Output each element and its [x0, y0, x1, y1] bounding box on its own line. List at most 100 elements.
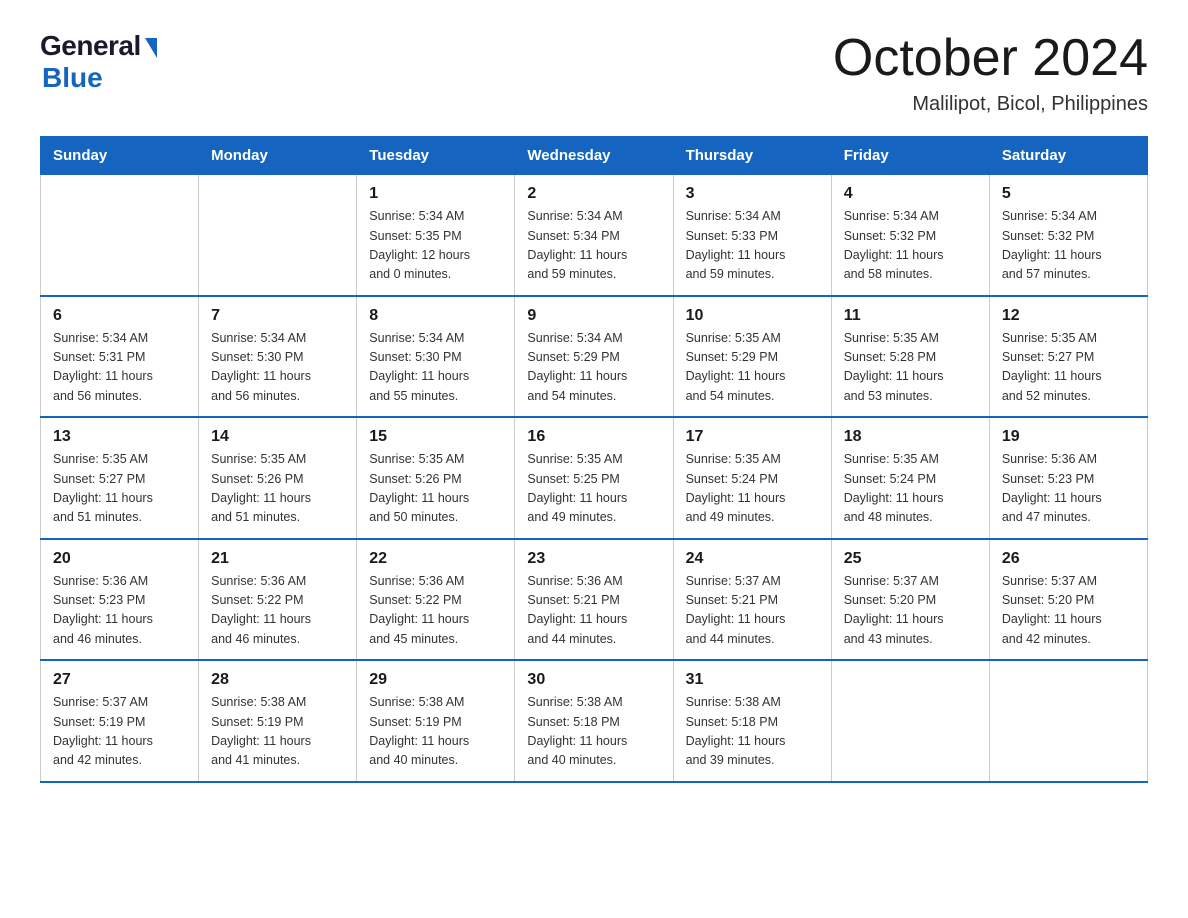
calendar-header-thursday: Thursday [673, 137, 831, 175]
day-info: Sunrise: 5:34 AM Sunset: 5:35 PM Dayligh… [369, 207, 502, 285]
day-info: Sunrise: 5:38 AM Sunset: 5:19 PM Dayligh… [369, 693, 502, 771]
day-number: 22 [369, 550, 502, 568]
day-info: Sunrise: 5:36 AM Sunset: 5:22 PM Dayligh… [211, 572, 344, 650]
calendar-week-row: 1 Sunrise: 5:34 AM Sunset: 5:35 PM Daylig… [41, 175, 1148, 296]
calendar-cell: 8 Sunrise: 5:34 AM Sunset: 5:30 PM Daylig… [357, 296, 515, 418]
calendar-cell: 22Sunrise: 5:36 AM Sunset: 5:22 PM Dayli… [357, 539, 515, 661]
calendar-cell: 20 Sunrise: 5:36 AM Sunset: 5:23 PM Dayli… [41, 539, 199, 661]
calendar-cell: 30Sunrise: 5:38 AM Sunset: 5:18 PM Dayli… [515, 660, 673, 782]
day-info: Sunrise: 5:35 AM Sunset: 5:24 PM Dayligh… [686, 450, 819, 528]
day-number: 4 [844, 185, 977, 203]
day-number: 14 [211, 428, 344, 446]
calendar-cell: 18 Sunrise: 5:35 AM Sunset: 5:24 PM Dayli… [831, 417, 989, 539]
calendar-cell: 13Sunrise: 5:35 AM Sunset: 5:27 PM Dayli… [41, 417, 199, 539]
calendar-cell: 24Sunrise: 5:37 AM Sunset: 5:21 PM Dayli… [673, 539, 831, 661]
day-info: Sunrise: 5:36 AM Sunset: 5:23 PM Dayligh… [1002, 450, 1135, 528]
calendar-cell: 3Sunrise: 5:34 AM Sunset: 5:33 PM Daylig… [673, 175, 831, 296]
day-number: 23 [527, 550, 660, 568]
calendar-cell: 28 Sunrise: 5:38 AM Sunset: 5:19 PM Dayli… [199, 660, 357, 782]
day-number: 20 [53, 550, 186, 568]
day-number: 31 [686, 671, 819, 689]
logo-triangle-icon [145, 38, 157, 58]
calendar-cell [199, 175, 357, 296]
calendar-header-tuesday: Tuesday [357, 137, 515, 175]
calendar-cell: 2 Sunrise: 5:34 AM Sunset: 5:34 PM Daylig… [515, 175, 673, 296]
day-number: 16 [527, 428, 660, 446]
day-info: Sunrise: 5:37 AM Sunset: 5:20 PM Dayligh… [844, 572, 977, 650]
calendar-cell: 19Sunrise: 5:36 AM Sunset: 5:23 PM Dayli… [989, 417, 1147, 539]
calendar-cell: 9 Sunrise: 5:34 AM Sunset: 5:29 PM Daylig… [515, 296, 673, 418]
calendar-header-monday: Monday [199, 137, 357, 175]
calendar-cell: 7 Sunrise: 5:34 AM Sunset: 5:30 PM Daylig… [199, 296, 357, 418]
day-info: Sunrise: 5:38 AM Sunset: 5:19 PM Dayligh… [211, 693, 344, 771]
day-info: Sunrise: 5:34 AM Sunset: 5:30 PM Dayligh… [211, 329, 344, 407]
day-info: Sunrise: 5:35 AM Sunset: 5:26 PM Dayligh… [211, 450, 344, 528]
day-number: 26 [1002, 550, 1135, 568]
day-info: Sunrise: 5:35 AM Sunset: 5:27 PM Dayligh… [1002, 329, 1135, 407]
day-number: 30 [527, 671, 660, 689]
day-info: Sunrise: 5:35 AM Sunset: 5:28 PM Dayligh… [844, 329, 977, 407]
day-number: 15 [369, 428, 502, 446]
day-number: 7 [211, 307, 344, 325]
title-section: October 2024 Malilipot, Bicol, Philippin… [833, 30, 1148, 116]
day-number: 6 [53, 307, 186, 325]
day-number: 24 [686, 550, 819, 568]
day-info: Sunrise: 5:35 AM Sunset: 5:29 PM Dayligh… [686, 329, 819, 407]
day-number: 12 [1002, 307, 1135, 325]
day-number: 28 [211, 671, 344, 689]
calendar-week-row: 27 Sunrise: 5:37 AM Sunset: 5:19 PM Dayli… [41, 660, 1148, 782]
calendar-table: SundayMondayTuesdayWednesdayThursdayFrid… [40, 136, 1148, 783]
calendar-cell: 12 Sunrise: 5:35 AM Sunset: 5:27 PM Dayli… [989, 296, 1147, 418]
calendar-cell: 31 Sunrise: 5:38 AM Sunset: 5:18 PM Dayli… [673, 660, 831, 782]
day-info: Sunrise: 5:34 AM Sunset: 5:31 PM Dayligh… [53, 329, 186, 407]
calendar-cell: 29 Sunrise: 5:38 AM Sunset: 5:19 PM Dayli… [357, 660, 515, 782]
calendar-cell: 1 Sunrise: 5:34 AM Sunset: 5:35 PM Daylig… [357, 175, 515, 296]
calendar-body: 1 Sunrise: 5:34 AM Sunset: 5:35 PM Daylig… [41, 175, 1148, 782]
day-info: Sunrise: 5:35 AM Sunset: 5:26 PM Dayligh… [369, 450, 502, 528]
calendar-cell: 16 Sunrise: 5:35 AM Sunset: 5:25 PM Dayli… [515, 417, 673, 539]
calendar-header-wednesday: Wednesday [515, 137, 673, 175]
day-info: Sunrise: 5:38 AM Sunset: 5:18 PM Dayligh… [686, 693, 819, 771]
day-info: Sunrise: 5:35 AM Sunset: 5:24 PM Dayligh… [844, 450, 977, 528]
day-info: Sunrise: 5:35 AM Sunset: 5:25 PM Dayligh… [527, 450, 660, 528]
logo: General Blue [40, 30, 157, 94]
calendar-header-sunday: Sunday [41, 137, 199, 175]
day-info: Sunrise: 5:37 AM Sunset: 5:19 PM Dayligh… [53, 693, 186, 771]
day-number: 10 [686, 307, 819, 325]
day-number: 3 [686, 185, 819, 203]
day-info: Sunrise: 5:36 AM Sunset: 5:21 PM Dayligh… [527, 572, 660, 650]
calendar-cell [41, 175, 199, 296]
day-number: 29 [369, 671, 502, 689]
calendar-cell [989, 660, 1147, 782]
logo-general-text: General [40, 30, 141, 62]
calendar-cell: 10 Sunrise: 5:35 AM Sunset: 5:29 PM Dayli… [673, 296, 831, 418]
day-number: 21 [211, 550, 344, 568]
calendar-cell: 5 Sunrise: 5:34 AM Sunset: 5:32 PM Daylig… [989, 175, 1147, 296]
day-info: Sunrise: 5:34 AM Sunset: 5:32 PM Dayligh… [1002, 207, 1135, 285]
day-number: 1 [369, 185, 502, 203]
day-number: 9 [527, 307, 660, 325]
day-number: 2 [527, 185, 660, 203]
day-info: Sunrise: 5:36 AM Sunset: 5:23 PM Dayligh… [53, 572, 186, 650]
day-info: Sunrise: 5:34 AM Sunset: 5:34 PM Dayligh… [527, 207, 660, 285]
location-subtitle: Malilipot, Bicol, Philippines [833, 93, 1148, 116]
calendar-header-friday: Friday [831, 137, 989, 175]
logo-blue-text: Blue [42, 62, 103, 94]
day-info: Sunrise: 5:34 AM Sunset: 5:32 PM Dayligh… [844, 207, 977, 285]
day-info: Sunrise: 5:37 AM Sunset: 5:20 PM Dayligh… [1002, 572, 1135, 650]
day-number: 25 [844, 550, 977, 568]
day-number: 8 [369, 307, 502, 325]
day-number: 27 [53, 671, 186, 689]
calendar-week-row: 6 Sunrise: 5:34 AM Sunset: 5:31 PM Daylig… [41, 296, 1148, 418]
calendar-cell: 17Sunrise: 5:35 AM Sunset: 5:24 PM Dayli… [673, 417, 831, 539]
calendar-cell: 25 Sunrise: 5:37 AM Sunset: 5:20 PM Dayli… [831, 539, 989, 661]
calendar-header-saturday: Saturday [989, 137, 1147, 175]
day-number: 18 [844, 428, 977, 446]
day-number: 5 [1002, 185, 1135, 203]
calendar-cell: 14 Sunrise: 5:35 AM Sunset: 5:26 PM Dayli… [199, 417, 357, 539]
day-info: Sunrise: 5:34 AM Sunset: 5:30 PM Dayligh… [369, 329, 502, 407]
day-info: Sunrise: 5:34 AM Sunset: 5:29 PM Dayligh… [527, 329, 660, 407]
calendar-cell: 26 Sunrise: 5:37 AM Sunset: 5:20 PM Dayli… [989, 539, 1147, 661]
month-year-title: October 2024 [833, 30, 1148, 87]
day-info: Sunrise: 5:35 AM Sunset: 5:27 PM Dayligh… [53, 450, 186, 528]
